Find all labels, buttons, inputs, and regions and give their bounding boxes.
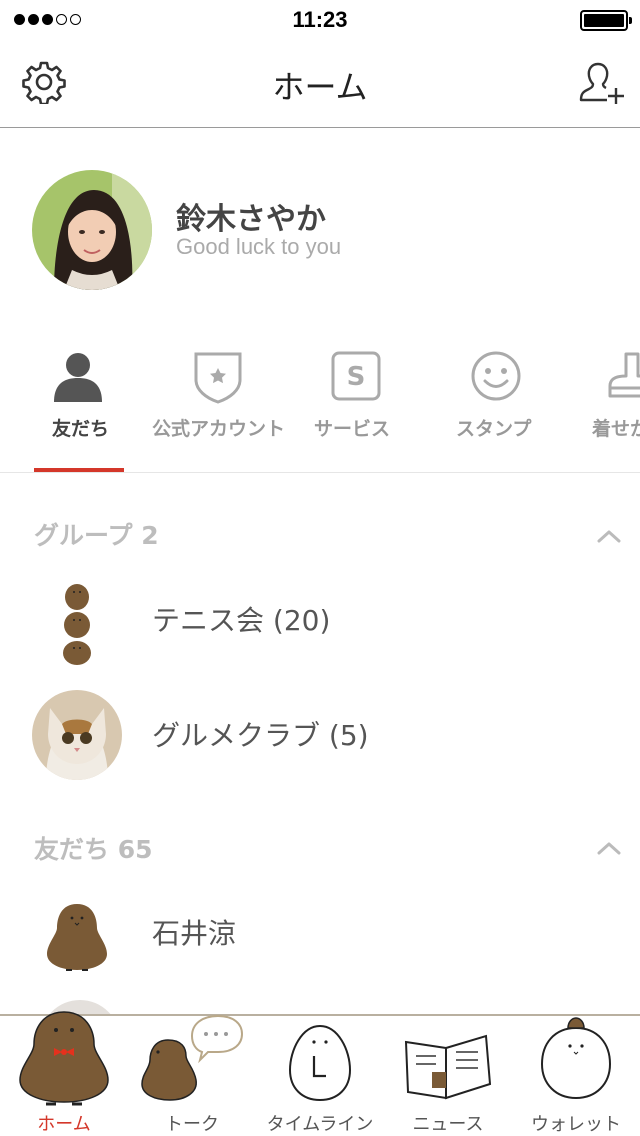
friend-name: 石井涼	[152, 917, 237, 950]
tab-themes[interactable]: 着せか	[580, 330, 640, 472]
news-icon	[404, 1034, 492, 1100]
tab-friends[interactable]: 友だち	[22, 330, 138, 472]
profile-name: 鈴木さやか	[176, 202, 326, 237]
status-time: 11:23	[292, 7, 348, 32]
groups-section-header[interactable]: グループ 2	[34, 516, 159, 552]
profile-status-message: Good luck to you	[176, 234, 342, 259]
tabbar-talk[interactable]: トーク	[128, 1014, 256, 1136]
tab-official-accounts[interactable]: 公式アカウント	[148, 330, 288, 472]
home-bird-icon	[19, 1011, 109, 1106]
tab-label: スタンプ	[456, 418, 532, 440]
theme-icon	[608, 352, 640, 398]
bottom-tab-bar: ホーム トーク タイムライン ニュース ウォレット	[0, 1011, 640, 1136]
tab-services[interactable]: S サービス	[300, 330, 410, 472]
person-icon	[54, 353, 102, 402]
tab-stickers[interactable]: スタンプ	[440, 330, 550, 472]
status-bar: 11:23	[0, 0, 640, 40]
chevron-up-icon[interactable]	[596, 528, 622, 544]
tab-label: 着せか	[592, 418, 640, 440]
shield-star-icon	[194, 352, 242, 404]
smiley-icon	[471, 351, 521, 401]
tabbar-label: ウォレット	[531, 1114, 621, 1135]
group-name: テニス会 (20)	[152, 604, 331, 637]
tabbar-label: ニュース	[412, 1114, 484, 1135]
group-row[interactable]: テニス会 (20)	[0, 565, 640, 675]
tabbar-label: タイムライン	[266, 1114, 374, 1135]
wallet-bird-icon	[540, 1017, 612, 1100]
friend-avatar	[47, 904, 107, 971]
friends-section-header[interactable]: 友だち 65	[34, 830, 153, 866]
group-avatar	[32, 690, 122, 780]
page-title: ホーム	[272, 68, 368, 106]
service-s-icon: S	[331, 351, 381, 401]
group-avatar	[63, 584, 91, 665]
add-friend-icon	[579, 62, 624, 104]
chevron-up-icon[interactable]	[596, 840, 622, 856]
group-name: グルメクラブ (5)	[152, 719, 369, 752]
group-row[interactable]: グルメクラブ (5)	[0, 680, 640, 790]
tab-label: サービス	[314, 418, 391, 440]
category-tabs: 友だち 公式アカウント S サービス スタンプ 着せか	[0, 330, 640, 473]
tabbar-label: トーク	[165, 1114, 219, 1135]
timeline-egg-icon	[288, 1024, 352, 1102]
battery-icon	[580, 10, 632, 31]
tabbar-news[interactable]: ニュース	[384, 1016, 512, 1136]
svg-text:S: S	[347, 362, 366, 392]
nav-bar: ホーム	[0, 40, 640, 128]
tab-label: 公式アカウント	[152, 418, 286, 440]
tabbar-label: ホーム	[37, 1114, 91, 1135]
tabbar-home[interactable]: ホーム	[0, 1011, 128, 1136]
tab-label: 友だち	[52, 418, 110, 440]
friend-row[interactable]: 石井涼	[0, 878, 640, 988]
profile-avatar[interactable]	[32, 170, 152, 290]
add-friend-button[interactable]	[578, 60, 628, 106]
tabbar-wallet[interactable]: ウォレット	[512, 1016, 640, 1136]
talk-bird-icon	[141, 1014, 244, 1101]
tabbar-timeline[interactable]: タイムライン	[256, 1016, 384, 1136]
my-profile[interactable]: 鈴木さやか Good luck to you	[0, 128, 640, 318]
active-tab-indicator	[34, 468, 124, 472]
